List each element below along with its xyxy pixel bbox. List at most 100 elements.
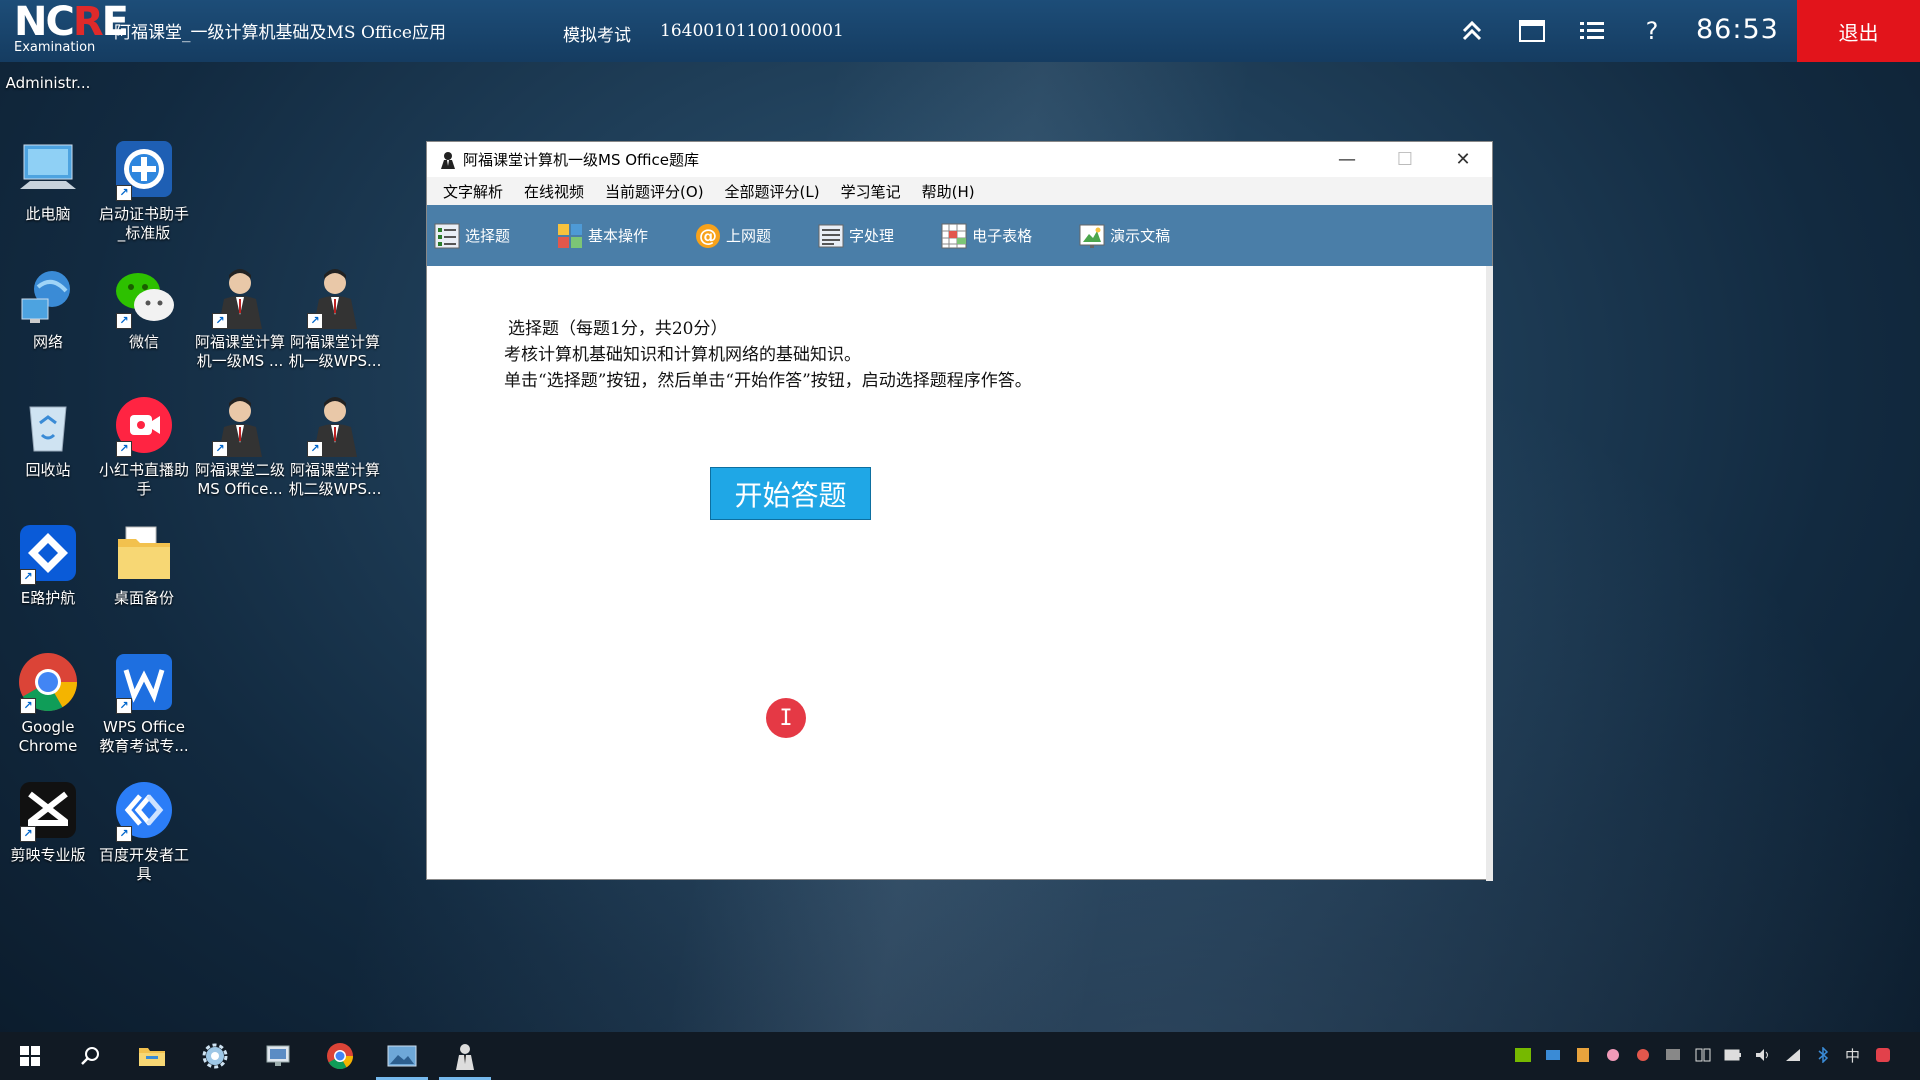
shortcut-arrow-icon: ↗ (116, 826, 132, 842)
shortcut-arrow-icon: ↗ (212, 313, 228, 329)
desktop-shortcut[interactable]: ↗ 百度开发者工 具 (94, 778, 194, 884)
word-button[interactable]: 字处理 (817, 222, 894, 250)
exam-topbar: NCRE Examination 阿福课堂_一级计算机基础及MS Office应… (0, 0, 1920, 62)
list-icon[interactable] (1575, 14, 1609, 48)
desktop-shortcut-label: 阿福课堂计算 机一级WPS... (288, 333, 382, 370)
wifi-icon[interactable] (1784, 1044, 1801, 1066)
question-content: 选择题（每题1分，共20分） 考核计算机基础知识和计算机网络的基础知识。 单击“… (427, 266, 1493, 881)
taskbar: 中 (0, 1032, 1920, 1080)
sheet-icon (941, 223, 967, 248)
collapse-up-icon[interactable] (1455, 14, 1489, 48)
ime-icon[interactable]: 中 (1844, 1044, 1861, 1066)
file-explorer-icon[interactable] (136, 1040, 168, 1072)
menu-score-current[interactable]: 当前题评分(O) (605, 181, 704, 202)
section-heading: 选择题（每题1分，共20分） (508, 319, 728, 339)
desktop-shortcut[interactable]: ↗ E路护航 (0, 521, 98, 608)
help-icon[interactable]: ? (1635, 14, 1669, 48)
window-tile-icon[interactable] (1694, 1044, 1711, 1066)
search-icon[interactable] (74, 1040, 106, 1072)
desktop-shortcut[interactable]: ↗ 剪映专业版 (0, 778, 98, 865)
exam-app-icon[interactable] (449, 1040, 481, 1072)
window-icon[interactable] (1515, 14, 1549, 48)
desktop-shortcut[interactable]: 网络 (0, 265, 98, 352)
menu-text-analysis[interactable]: 文字解析 (443, 181, 503, 202)
chrome-icon: ↗ (16, 650, 80, 714)
recycle-bin-icon (16, 393, 80, 457)
window-titlebar[interactable]: 阿福课堂计算机一级MS Office题库 — ☐ ✕ (427, 142, 1492, 177)
basic-op-button[interactable]: 基本操作 (556, 222, 648, 250)
desktop-shortcut-label: 百度开发者工 具 (98, 846, 189, 883)
wps-tray-icon[interactable] (1874, 1044, 1891, 1066)
desktop-shortcut[interactable]: 回收站 (0, 393, 98, 480)
settings-gear-icon[interactable] (199, 1040, 231, 1072)
maximize-icon[interactable]: ☐ (1376, 142, 1434, 177)
app-person-icon (441, 151, 455, 169)
close-icon[interactable]: ✕ (1434, 142, 1492, 177)
internet-button[interactable]: @ 上网题 (694, 222, 771, 250)
desktop-shortcut[interactable]: ↗ 阿福课堂计算 机二级WPS... (285, 393, 385, 499)
section-description: 考核计算机基础知识和计算机网络的基础知识。 (504, 345, 861, 365)
shortcut-arrow-icon: ↗ (116, 441, 132, 457)
desktop-shortcut-label: WPS Office 教育考试专... (99, 718, 189, 755)
desktop-shortcut-label: E路护航 (20, 589, 76, 607)
spreadsheet-button[interactable]: 电子表格 (940, 222, 1032, 250)
choice-icon (434, 223, 460, 248)
exit-button[interactable]: 退出 (1797, 0, 1920, 62)
question-type-toolbar: 选择题 基本操作 @ 上网题 字处理 电子表格 演示文稿 (427, 205, 1492, 266)
question-bank-window: 阿福课堂计算机一级MS Office题库 — ☐ ✕ 文字解析 在线视频 当前题… (426, 141, 1493, 881)
teacher-avatar-icon: ↗ (303, 393, 367, 457)
bluetooth-icon[interactable] (1814, 1044, 1831, 1066)
teacher-avatar-icon: ↗ (303, 265, 367, 329)
capcut-icon: ↗ (16, 778, 80, 842)
desktop-shortcut-label: 桌面备份 (113, 589, 174, 607)
desktop-shortcut[interactable]: ↗ 微信 (94, 265, 194, 352)
exam-mode: 模拟考试 (563, 26, 631, 46)
shortcut-arrow-icon: ↗ (307, 441, 323, 457)
volume-icon[interactable] (1754, 1044, 1771, 1066)
desktop-shortcut[interactable]: ↗ WPS Office 教育考试专... (94, 650, 194, 756)
desktop-shortcut[interactable]: ↗ 阿福课堂计算 机一级WPS... (285, 265, 385, 371)
minimize-icon[interactable]: — (1318, 142, 1376, 177)
screen-tool-icon[interactable] (262, 1040, 294, 1072)
nvidia-icon[interactable] (1514, 1044, 1531, 1066)
menu-study-notes[interactable]: 学习笔记 (841, 181, 901, 202)
desktop-shortcut-label: 阿福课堂计算 机一级MS ... (194, 333, 285, 370)
desktop-shortcut[interactable]: ↗ 阿福课堂计算 机一级MS ... (190, 265, 290, 371)
desktop-shortcut[interactable]: ↗ 小红书直播助 手 (94, 393, 194, 499)
archive-icon[interactable] (1574, 1044, 1591, 1066)
cert-assistant-icon: ↗ (112, 137, 176, 201)
menu-help[interactable]: 帮助(H) (922, 181, 975, 202)
network-icon (16, 265, 80, 329)
desktop-shortcut[interactable]: 此电脑 (0, 137, 98, 224)
teacher-avatar-icon: ↗ (208, 265, 272, 329)
network-share-icon[interactable] (1544, 1044, 1561, 1066)
battery-icon[interactable] (1724, 1044, 1741, 1066)
xiaohongshu-live-icon: ↗ (112, 393, 176, 457)
alert-icon[interactable] (1634, 1044, 1651, 1066)
photo-app-icon[interactable] (386, 1040, 418, 1072)
shortcut-arrow-icon: ↗ (307, 313, 323, 329)
flower-icon[interactable] (1604, 1044, 1621, 1066)
start-answer-button[interactable]: 开始答题 (710, 467, 871, 520)
menu-online-video[interactable]: 在线视频 (524, 181, 584, 202)
shortcut-arrow-icon: ↗ (116, 185, 132, 201)
window-edge (1486, 266, 1493, 881)
desktop-shortcut[interactable]: 桌面备份 (94, 521, 194, 608)
baidu-dev-icon: ↗ (112, 778, 176, 842)
presentation-button[interactable]: 演示文稿 (1078, 222, 1170, 250)
shortcut-arrow-icon: ↗ (212, 441, 228, 457)
countdown-timer: 86:53 (1696, 14, 1779, 45)
menu-score-all[interactable]: 全部题评分(L) (725, 181, 820, 202)
display-icon[interactable] (1664, 1044, 1681, 1066)
desktop-admin-label[interactable]: Administr... (0, 74, 98, 93)
windows-start-icon[interactable] (14, 1040, 46, 1072)
desktop-shortcut-label: 剪映专业版 (10, 846, 86, 864)
system-tray: 中 (1514, 1044, 1891, 1066)
shortcut-arrow-icon: ↗ (20, 826, 36, 842)
desktop-shortcut[interactable]: ↗ Google Chrome (0, 650, 98, 756)
choice-button[interactable]: 选择题 (433, 222, 510, 250)
ppt-icon (1079, 224, 1105, 248)
desktop-shortcut[interactable]: ↗ 启动证书助手 _标准版 (94, 137, 194, 243)
chrome-icon[interactable] (324, 1040, 356, 1072)
desktop-shortcut[interactable]: ↗ 阿福课堂二级 MS Office... (190, 393, 290, 499)
